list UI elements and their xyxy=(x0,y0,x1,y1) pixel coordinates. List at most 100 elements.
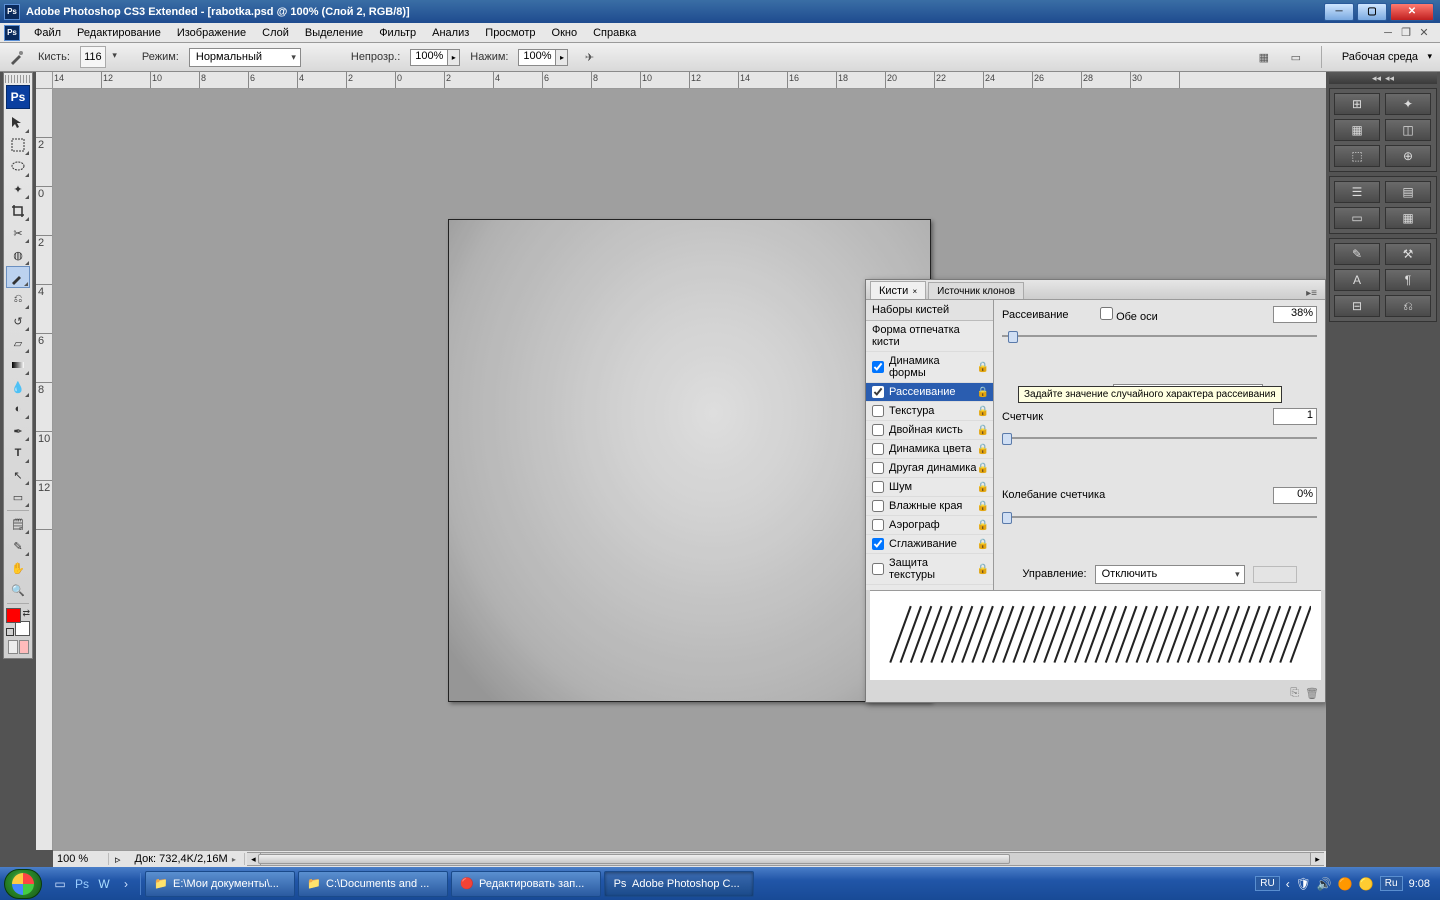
taskbar-item[interactable]: 📁E:\Мои документы\... xyxy=(145,871,295,897)
jitter-value[interactable]: 0% xyxy=(1273,487,1317,504)
menu-analysis[interactable]: Анализ xyxy=(424,25,477,41)
menu-window[interactable]: Окно xyxy=(544,25,586,41)
toolbox-grip[interactable] xyxy=(5,75,31,83)
layers-icon[interactable]: ☰ xyxy=(1334,181,1380,203)
paragraph-icon[interactable]: ¶ xyxy=(1385,269,1431,291)
ql-more-icon[interactable]: › xyxy=(116,873,136,895)
navigator-icon[interactable]: ⊞ xyxy=(1334,93,1380,115)
default-colors-icon[interactable] xyxy=(6,628,14,636)
ruler-origin[interactable] xyxy=(36,72,53,89)
count-slider[interactable] xyxy=(1002,431,1317,480)
color-swatches[interactable]: ⇄ xyxy=(6,608,30,636)
stamp-tool[interactable]: ⎌ xyxy=(6,288,30,310)
heal-tool[interactable]: ◍ xyxy=(6,244,30,266)
doc-minimize-button[interactable]: ─ xyxy=(1380,26,1396,40)
menu-file[interactable]: Файл xyxy=(26,25,69,41)
actions-icon[interactable]: ▦ xyxy=(1385,207,1431,229)
fg-color[interactable] xyxy=(6,608,21,623)
scroll-right-icon[interactable]: ▸ xyxy=(1310,853,1324,865)
tool-presets-icon[interactable]: ⚒ xyxy=(1385,243,1431,265)
tab-clone-source[interactable]: Источник клонов xyxy=(928,282,1024,299)
minimize-button[interactable]: ─ xyxy=(1324,3,1354,21)
airbrush-icon[interactable]: ✈ xyxy=(578,47,600,67)
scatter-slider[interactable] xyxy=(1002,329,1317,378)
bg-color[interactable] xyxy=(15,621,30,636)
wand-tool[interactable]: ✦ xyxy=(6,178,30,200)
paths-icon[interactable]: ▭ xyxy=(1334,207,1380,229)
brush-setting-двойная-кисть[interactable]: Двойная кисть🔒 xyxy=(866,421,993,440)
tray-ic3[interactable]: 🟠 xyxy=(1338,877,1353,891)
opacity-input[interactable]: 100%▸ xyxy=(410,49,460,66)
type-tool[interactable]: T xyxy=(6,442,30,464)
zoom-tool[interactable]: 🔍 xyxy=(6,579,30,601)
channels-icon[interactable]: ▤ xyxy=(1385,181,1431,203)
brush-tool-icon[interactable] xyxy=(6,46,28,68)
doc-info[interactable]: Док: 732,4K/2,16M ▸ xyxy=(127,853,245,865)
canvas-background[interactable]: Кисти × Источник клонов ▸≡ Наборы кистей… xyxy=(53,89,1326,850)
quick-mask-toggle[interactable] xyxy=(6,638,30,656)
ps-menu-icon[interactable]: Ps xyxy=(4,25,20,41)
menu-select[interactable]: Выделение xyxy=(297,25,371,41)
brush-setting-защита-текстуры[interactable]: Защита текстуры🔒 xyxy=(866,554,993,585)
brush-setting-влажные-края[interactable]: Влажные края🔒 xyxy=(866,497,993,516)
both-axes-checkbox[interactable]: Обе оси xyxy=(1100,307,1158,323)
doc-close-button[interactable]: ✕ xyxy=(1416,26,1432,40)
bridge-icon[interactable]: ▦ xyxy=(1253,47,1275,67)
doc-restore-button[interactable]: ❐ xyxy=(1398,26,1414,40)
jitter-control-dropdown[interactable]: Отключить xyxy=(1095,565,1245,584)
styles-icon[interactable]: ⊕ xyxy=(1385,145,1431,167)
document[interactable] xyxy=(448,219,931,702)
taskbar-item[interactable]: 📁C:\Documents and ... xyxy=(298,871,448,897)
gradient-tool[interactable] xyxy=(6,354,30,376)
ruler-vertical[interactable]: 2024681012 xyxy=(36,89,53,850)
swatches-icon[interactable]: ⬚ xyxy=(1334,145,1380,167)
lang-indicator-1[interactable]: RU xyxy=(1255,876,1279,891)
layer-comps-icon[interactable]: ⊟ xyxy=(1334,295,1380,317)
mode-dropdown[interactable]: Нормальный xyxy=(189,48,301,67)
brush-setting-текстура[interactable]: Текстура🔒 xyxy=(866,402,993,421)
brush-preset-picker[interactable]: 116 xyxy=(80,46,106,68)
lang-indicator-2[interactable]: Ru xyxy=(1380,876,1403,891)
eyedropper-tool[interactable]: ✎ xyxy=(6,535,30,557)
maximize-button[interactable]: ▢ xyxy=(1357,3,1387,21)
brush-setting-рассеивание[interactable]: Рассеивание🔒 xyxy=(866,383,993,402)
notes-tool[interactable]: 🗒 xyxy=(6,513,30,535)
panel-menu-icon[interactable]: ▸≡ xyxy=(1302,288,1321,299)
scroll-thumb[interactable] xyxy=(258,854,1011,864)
blur-tool[interactable]: 💧 xyxy=(6,376,30,398)
pen-tool[interactable]: ✒ xyxy=(6,420,30,442)
brush-setting-динамика-цвета[interactable]: Динамика цвета🔒 xyxy=(866,440,993,459)
new-preset-icon[interactable]: ⎘ xyxy=(1290,687,1299,700)
shape-tool[interactable]: ▭ xyxy=(6,486,30,508)
screen-mode-icon[interactable]: ▭ xyxy=(1285,47,1307,67)
menu-help[interactable]: Справка xyxy=(585,25,644,41)
ql-word-icon[interactable]: W xyxy=(94,873,114,895)
crop-tool[interactable] xyxy=(6,200,30,222)
start-button[interactable] xyxy=(4,869,42,899)
status-icon[interactable]: ▹ xyxy=(109,853,127,866)
tray-sound-icon[interactable]: 🔊 xyxy=(1317,877,1332,891)
ruler-horizontal[interactable]: 1412108642024681012141618202224262830 xyxy=(53,72,1326,89)
dock-grip[interactable]: ◂◂◂◂ xyxy=(1329,72,1437,84)
hand-tool[interactable]: ✋ xyxy=(6,557,30,579)
flow-input[interactable]: 100%▸ xyxy=(518,49,568,66)
clock[interactable]: 9:08 xyxy=(1409,878,1430,890)
brush-setting-динамика-формы[interactable]: Динамика формы🔒 xyxy=(866,352,993,383)
brush-tool[interactable] xyxy=(6,266,30,288)
brush-setting-другая-динамика[interactable]: Другая динамика🔒 xyxy=(866,459,993,478)
history-brush-tool[interactable]: ↺ xyxy=(6,310,30,332)
zoom-field[interactable]: 100 % xyxy=(53,853,109,865)
tray-shield-icon[interactable]: 🛡 xyxy=(1296,877,1311,891)
h-scrollbar[interactable]: ◂ ▸ xyxy=(247,852,1324,866)
menu-layer[interactable]: Слой xyxy=(254,25,297,41)
histogram-icon[interactable]: ✦ xyxy=(1385,93,1431,115)
brush-setting-сглаживание[interactable]: Сглаживание🔒 xyxy=(866,535,993,554)
eraser-tool[interactable]: ▱ xyxy=(6,332,30,354)
info-icon[interactable]: ▦ xyxy=(1334,119,1380,141)
count-value[interactable]: 1 xyxy=(1273,408,1317,425)
brush-presets-header[interactable]: Наборы кистей xyxy=(866,300,993,321)
menu-filter[interactable]: Фильтр xyxy=(371,25,424,41)
tab-brushes[interactable]: Кисти × xyxy=(870,281,926,299)
tray-ic4[interactable]: 🟡 xyxy=(1359,877,1374,891)
brushes-dock-icon[interactable]: ✎ xyxy=(1334,243,1380,265)
